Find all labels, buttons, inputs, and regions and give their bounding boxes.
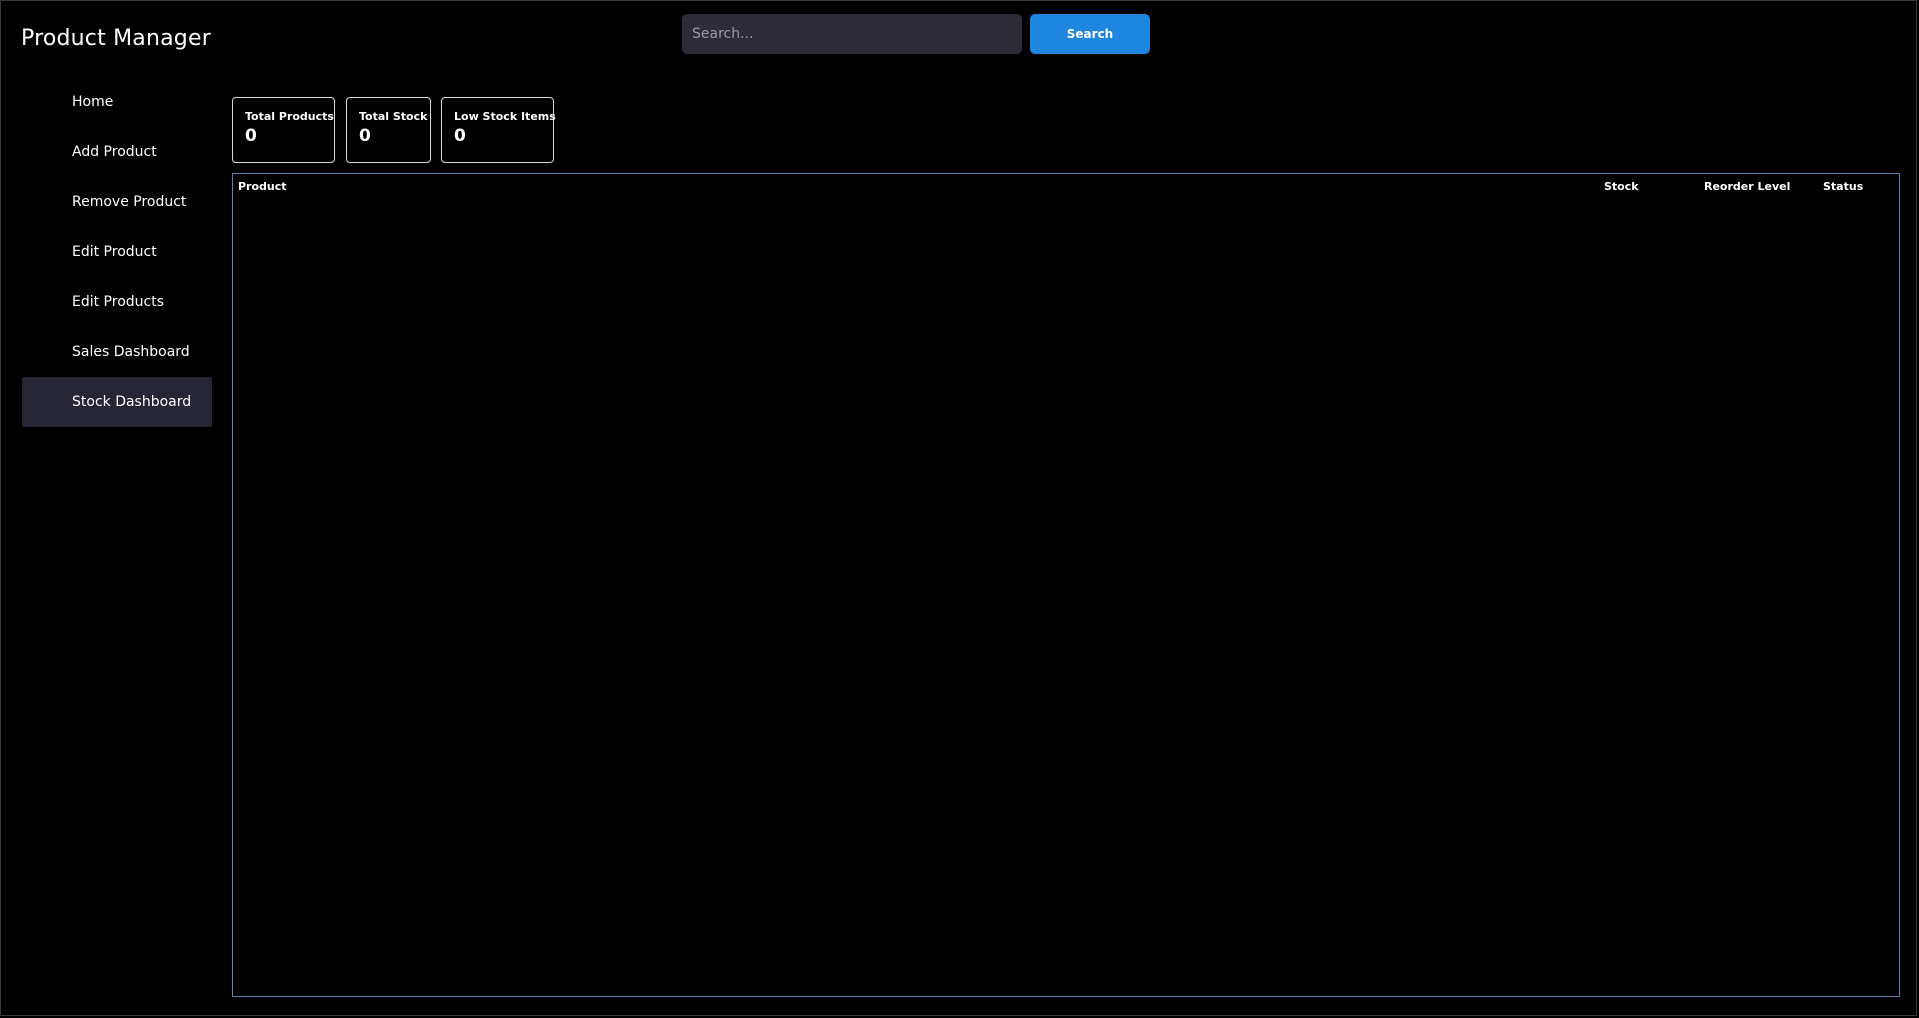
- sidebar-item-edit-product[interactable]: Edit Product: [22, 227, 212, 277]
- column-header-status[interactable]: Status: [1823, 180, 1863, 193]
- sidebar-item-sales-dashboard[interactable]: Sales Dashboard: [22, 327, 212, 377]
- search-button[interactable]: Search: [1030, 14, 1150, 54]
- sidebar: Home Add Product Remove Product Edit Pro…: [22, 77, 212, 427]
- sidebar-item-home[interactable]: Home: [22, 77, 212, 127]
- sidebar-item-add-product[interactable]: Add Product: [22, 127, 212, 177]
- sidebar-item-stock-dashboard[interactable]: Stock Dashboard: [22, 377, 212, 427]
- stat-card-total-stock: Total Stock 0: [346, 97, 431, 163]
- stat-label: Low Stock Items: [454, 110, 556, 123]
- stat-value: 0: [245, 126, 257, 146]
- stat-label: Total Stock: [359, 110, 428, 123]
- app-window: Product Manager Search Home Add Product …: [0, 0, 1917, 1016]
- sidebar-item-edit-products[interactable]: Edit Products: [22, 277, 212, 327]
- column-header-reorder-level[interactable]: Reorder Level: [1704, 180, 1790, 193]
- stat-card-low-stock-items: Low Stock Items 0: [441, 97, 556, 163]
- column-header-product[interactable]: Product: [238, 180, 287, 193]
- stat-card-total-products: Total Products 0: [232, 97, 335, 163]
- sidebar-item-remove-product[interactable]: Remove Product: [22, 177, 212, 227]
- app-title: Product Manager: [21, 26, 211, 51]
- stock-table: Product Stock Reorder Level Status: [232, 173, 1900, 997]
- stat-value: 0: [454, 126, 466, 146]
- stat-label: Total Products: [245, 110, 334, 123]
- search-input[interactable]: [682, 14, 1022, 54]
- stat-value: 0: [359, 126, 371, 146]
- column-header-stock[interactable]: Stock: [1604, 180, 1639, 193]
